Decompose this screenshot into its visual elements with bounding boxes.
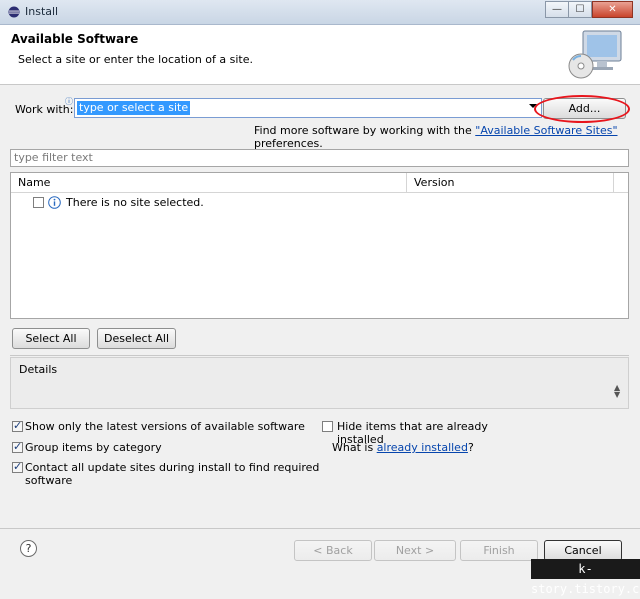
back-button[interactable]: < Back: [294, 540, 372, 561]
show-latest-option[interactable]: Show only the latest versions of availab…: [12, 419, 312, 434]
minimize-button[interactable]: —: [545, 1, 569, 18]
footer-separator: [0, 528, 640, 529]
contact-sites-option[interactable]: Contact all update sites during install …: [12, 460, 332, 487]
info-icon: [48, 196, 61, 209]
wizard-header: Available Software Select a site or ente…: [0, 25, 640, 85]
contact-sites-checkbox[interactable]: [12, 460, 23, 473]
work-with-combo[interactable]: type or select a site: [74, 98, 542, 118]
window-title: Install: [25, 5, 59, 18]
add-button[interactable]: Add...: [543, 98, 626, 119]
details-panel: Details ▲ ▼: [10, 357, 629, 409]
find-more-text: Find more software by working with the "…: [254, 124, 640, 150]
column-header-version[interactable]: Version: [407, 173, 614, 193]
help-icon[interactable]: ?: [20, 540, 37, 557]
deselect-all-button[interactable]: Deselect All: [97, 328, 176, 349]
filter-input[interactable]: type filter text: [10, 149, 629, 167]
row-checkbox[interactable]: [33, 197, 44, 208]
software-table: Name Version There is no site selected.: [10, 172, 629, 319]
close-button[interactable]: ✕: [592, 1, 633, 18]
column-header-name[interactable]: Name: [11, 173, 407, 193]
contact-sites-label: Contact all update sites during install …: [25, 461, 320, 487]
details-separator: [10, 355, 629, 356]
maximize-button[interactable]: ☐: [568, 1, 592, 18]
hide-installed-option[interactable]: Hide items that are already installed: [322, 420, 522, 446]
finish-button[interactable]: Finish: [460, 540, 538, 561]
next-button[interactable]: Next >: [374, 540, 456, 561]
what-is-prefix: What is: [332, 441, 377, 454]
work-with-value[interactable]: type or select a site: [77, 101, 191, 115]
cancel-button[interactable]: Cancel: [544, 540, 622, 561]
eclipse-icon: [8, 6, 20, 18]
page-subtitle: Select a site or enter the location of a…: [18, 53, 254, 66]
hide-installed-checkbox[interactable]: [322, 421, 333, 432]
group-category-label: Group items by category: [25, 441, 162, 454]
dropdown-arrow-icon[interactable]: [529, 104, 537, 108]
details-label: Details: [19, 363, 58, 376]
what-is-installed-text: What is already installed?: [332, 441, 474, 454]
find-more-prefix: Find more software by working with the: [254, 124, 476, 137]
group-category-checkbox[interactable]: [12, 440, 23, 453]
available-software-sites-link[interactable]: "Available Software Sites": [475, 124, 617, 137]
what-is-suffix: ?: [467, 441, 474, 454]
already-installed-link[interactable]: already installed: [377, 441, 468, 454]
row-text: There is no site selected.: [66, 196, 204, 209]
info-decoration-icon: ⓘ: [65, 97, 73, 106]
watermark: k-story.tistory.com: [531, 559, 640, 596]
title-bar: Install — ☐ ✕: [0, 0, 640, 25]
show-latest-label: Show only the latest versions of availab…: [25, 420, 305, 433]
group-category-option[interactable]: Group items by category: [12, 440, 212, 455]
column-header-filler: [614, 173, 628, 193]
show-latest-checkbox[interactable]: [12, 419, 23, 432]
page-title: Available Software: [11, 32, 139, 46]
select-all-button[interactable]: Select All: [12, 328, 90, 349]
table-row[interactable]: There is no site selected.: [33, 196, 393, 210]
install-computer-icon: [568, 30, 622, 79]
scroll-arrows-icon[interactable]: ▲ ▼: [614, 384, 620, 399]
